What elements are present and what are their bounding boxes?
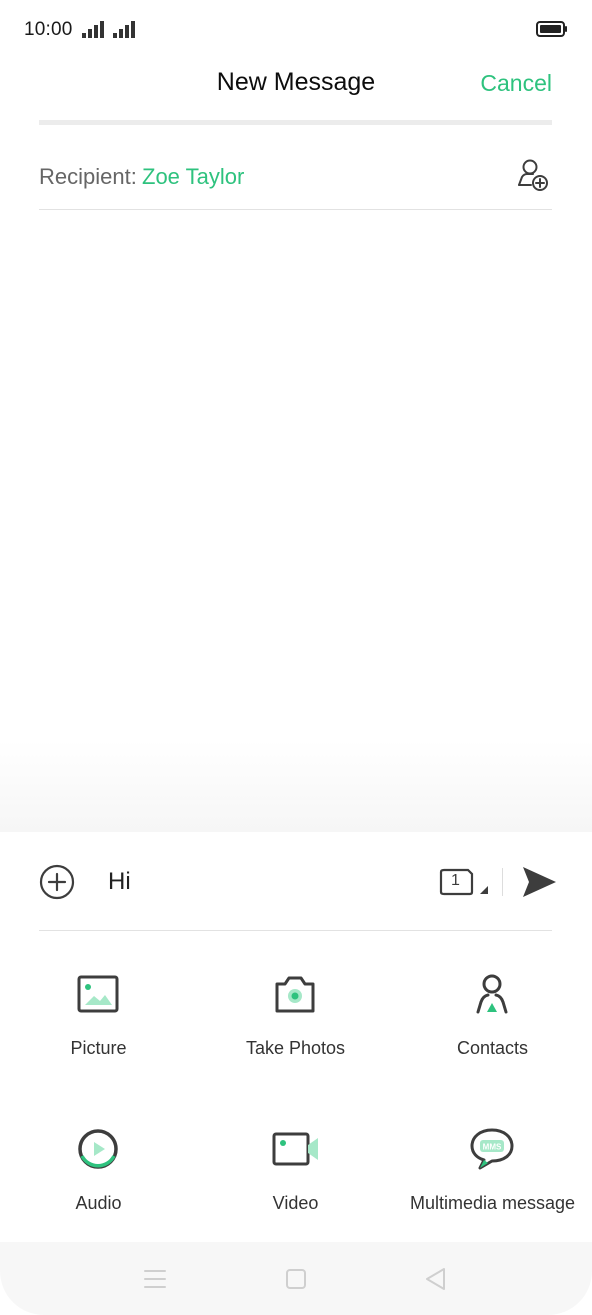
recipient-chip[interactable]: Zoe Taylor	[142, 164, 244, 190]
status-bar: 10:00	[0, 0, 592, 60]
plus-circle-icon[interactable]	[39, 864, 75, 900]
attach-label: Take Photos	[245, 1038, 346, 1058]
content-fade	[0, 740, 592, 832]
header-divider	[39, 120, 552, 125]
vertical-divider	[502, 868, 503, 896]
audio-icon	[78, 1129, 118, 1169]
attach-label: Picture	[70, 1038, 127, 1058]
send-icon[interactable]	[520, 864, 558, 900]
mms-icon: MMS	[470, 1128, 514, 1170]
signal-icon	[82, 21, 104, 38]
recipient-label: Recipient:	[39, 164, 137, 189]
menu-icon[interactable]	[141, 1266, 169, 1292]
attach-label: Audio	[75, 1193, 122, 1213]
attach-multimedia-message-button[interactable]: MMS Multimedia message	[394, 1087, 591, 1237]
attachment-panel: Picture Take Photos Contacts Audio Video…	[0, 932, 592, 1242]
compose-bar: 1	[0, 832, 592, 932]
attach-picture-button[interactable]: Picture	[0, 932, 197, 1082]
compose-divider	[39, 930, 552, 931]
video-icon	[272, 1132, 318, 1166]
status-time: 10:00	[24, 19, 73, 40]
picture-icon	[77, 975, 119, 1013]
add-contact-icon[interactable]	[516, 158, 550, 192]
recipient-row[interactable]: Recipient: Zoe Taylor	[39, 140, 552, 210]
message-input[interactable]	[108, 862, 408, 902]
attach-take-photos-button[interactable]: Take Photos	[197, 932, 394, 1082]
attach-label: Video	[272, 1193, 319, 1213]
sim-selector-button[interactable]: 1	[438, 866, 490, 898]
back-icon[interactable]	[422, 1266, 450, 1292]
home-icon[interactable]	[282, 1266, 310, 1292]
title-bar: New Message Cancel	[0, 60, 592, 120]
contacts-icon	[476, 974, 508, 1014]
cancel-button[interactable]: Cancel	[480, 70, 552, 97]
attach-contacts-button[interactable]: Contacts	[394, 932, 591, 1082]
signal-icon	[113, 21, 135, 38]
attach-label: Contacts	[456, 1038, 529, 1058]
svg-text:MMS: MMS	[483, 1143, 502, 1152]
attach-audio-button[interactable]: Audio	[0, 1087, 197, 1237]
camera-icon	[275, 976, 315, 1013]
attach-video-button[interactable]: Video	[197, 1087, 394, 1237]
battery-icon	[536, 21, 567, 37]
sim-card-icon	[439, 868, 488, 896]
navigation-bar	[0, 1242, 592, 1315]
attach-label: Multimedia message	[409, 1193, 576, 1213]
sim-slot-number: 1	[451, 872, 460, 889]
